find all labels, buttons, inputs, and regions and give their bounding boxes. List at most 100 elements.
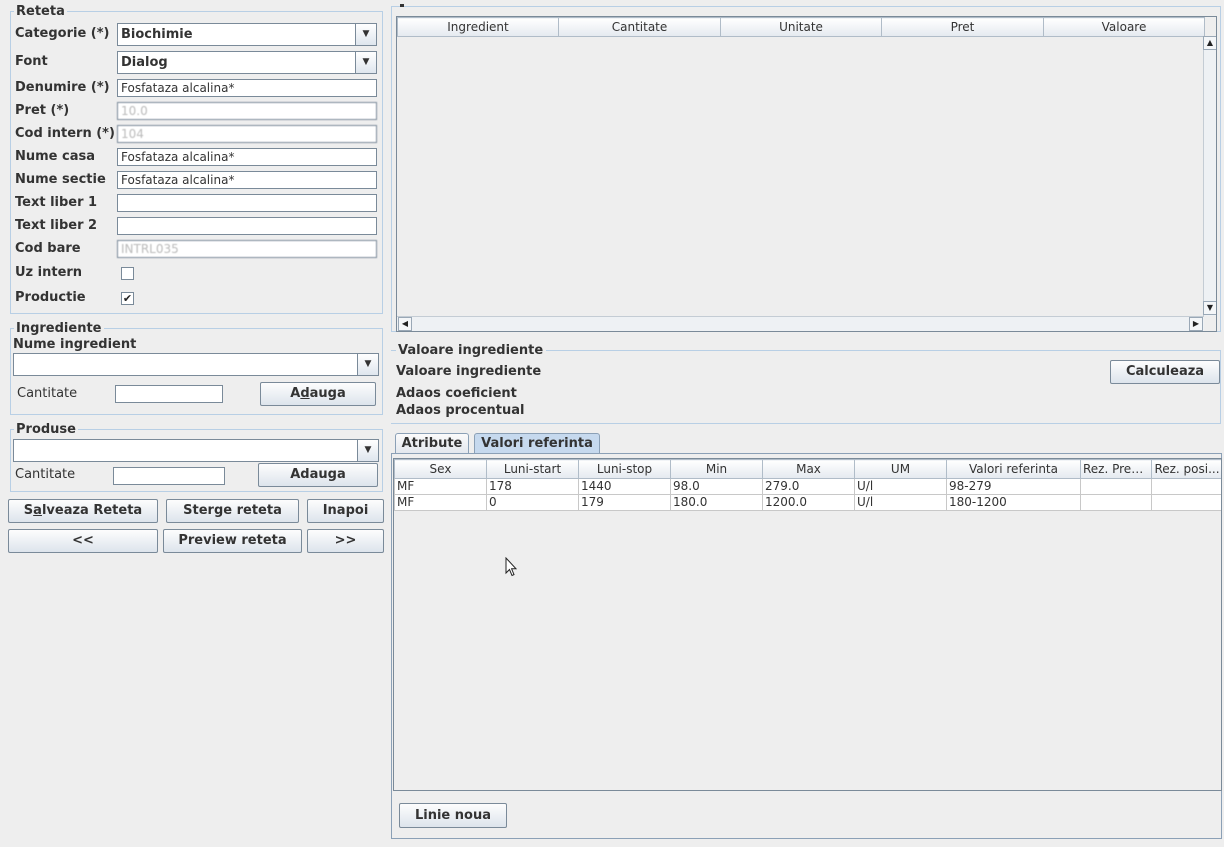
scroll-left-icon[interactable]: ◀ [398, 317, 412, 331]
next-button[interactable]: >> [307, 529, 384, 553]
ingredients-vscrollbar[interactable] [1203, 36, 1216, 316]
scroll-down-icon[interactable]: ▼ [1203, 301, 1216, 315]
productie-checkbox[interactable]: ✔ [121, 292, 134, 305]
ref-table[interactable]: Sex Luni-start Luni-stop Min Max UM Valo… [394, 459, 1221, 511]
cell-min[interactable]: 180.0 [670, 494, 763, 511]
cell-sex[interactable]: MF [394, 494, 487, 511]
column-header-um[interactable]: UM [854, 459, 947, 479]
cell-sex[interactable]: MF [394, 478, 487, 495]
uz-intern-checkbox[interactable] [121, 267, 134, 280]
previous-button[interactable]: << [8, 529, 158, 553]
nume-casa-field[interactable]: Fosfataza alcalina* [117, 148, 377, 166]
inapoi-button[interactable]: Inapoi [307, 499, 384, 523]
linie-noua-button[interactable]: Linie noua [399, 803, 507, 828]
cell-rez-pozitiv[interactable] [1151, 494, 1221, 511]
column-header-pret[interactable]: Pret [881, 17, 1044, 37]
denumire-label: Denumire (*) [15, 80, 110, 95]
mouse-cursor-icon [505, 557, 517, 577]
text-liber1-label: Text liber 1 [15, 195, 98, 210]
nume-sectie-label: Nume sectie [15, 172, 106, 187]
column-header-unitate[interactable]: Unitate [720, 17, 882, 37]
cell-luni-stop[interactable]: 179 [578, 494, 671, 511]
pret-label: Pret (*) [15, 103, 70, 118]
cell-um[interactable]: U/l [854, 478, 947, 495]
produse-cantitate-label: Cantitate [15, 467, 76, 482]
cod-intern-label: Cod intern (*) [15, 126, 115, 141]
chevron-down-icon[interactable]: ▼ [357, 354, 378, 375]
tab-valori-referinta[interactable]: Valori referinta [474, 433, 600, 454]
salveaza-reteta-button[interactable]: Salveaza Reteta [8, 499, 158, 523]
text-liber2-label: Text liber 2 [15, 218, 98, 233]
produse-adauga-button[interactable]: Adauga [258, 463, 378, 487]
tab-atribute[interactable]: Atribute [395, 433, 469, 454]
font-label: Font [15, 54, 48, 69]
column-header-cantitate[interactable]: Cantitate [558, 17, 721, 37]
column-header-sex[interactable]: Sex [394, 459, 487, 479]
ingrediente-cantitate-label: Cantitate [17, 386, 78, 401]
nume-ingredient-label: Nume ingredient [13, 337, 137, 352]
cell-max[interactable]: 1200.0 [762, 494, 855, 511]
cell-min[interactable]: 98.0 [670, 478, 763, 495]
produse-legend: Produse [16, 422, 76, 437]
ingredients-table-header: Ingredient Cantitate Unitate Pret Valoar… [397, 17, 1205, 37]
group-title-mark [400, 4, 404, 7]
cod-bare-field[interactable]: INTRL035 [117, 240, 377, 258]
column-header-luni-start[interactable]: Luni-start [486, 459, 579, 479]
cell-luni-start[interactable]: 0 [486, 494, 579, 511]
ingredients-table-scrollpane[interactable]: Ingredient Cantitate Unitate Pret Valoar… [396, 16, 1217, 332]
sterge-reteta-button[interactable]: Sterge reteta [166, 499, 299, 523]
chevron-down-icon[interactable]: ▼ [355, 52, 376, 73]
cell-luni-start[interactable]: 178 [486, 478, 579, 495]
cell-rez-prefix[interactable] [1080, 478, 1152, 495]
text-liber2-field[interactable] [117, 217, 377, 235]
calculeaza-button[interactable]: Calculeaza [1110, 360, 1220, 384]
cell-valori-referinta[interactable]: 180-1200 [946, 494, 1081, 511]
adaos-procentual-label: Adaos procentual [396, 403, 525, 418]
text-liber1-field[interactable] [117, 194, 377, 212]
cod-intern-field[interactable]: 104 [117, 125, 377, 143]
column-header-valoare[interactable]: Valoare [1043, 17, 1205, 37]
nume-ingredient-combo[interactable]: ▼ [13, 353, 379, 376]
scroll-up-icon[interactable]: ▲ [1203, 36, 1216, 50]
categorie-combo[interactable]: Biochimie ▼ [117, 23, 377, 46]
productie-label: Productie [15, 290, 86, 305]
uz-intern-label: Uz intern [15, 265, 83, 280]
nume-casa-label: Nume casa [15, 149, 96, 164]
column-header-rez-pozitiv[interactable]: Rez. posi... [1151, 459, 1221, 479]
cell-valori-referinta[interactable]: 98-279 [946, 478, 1081, 495]
column-header-rez-prefix[interactable]: Rez. Prefi... [1080, 459, 1152, 479]
ingrediente-legend: Ingrediente [16, 321, 102, 336]
pret-field[interactable]: 10.0 [117, 102, 377, 120]
valoare-legend: Valoare ingrediente [396, 343, 547, 358]
table-row[interactable]: MF 178 1440 98.0 279.0 U/l 98-279 [394, 478, 1221, 495]
font-combo[interactable]: Dialog ▼ [117, 51, 377, 74]
ref-table-header: Sex Luni-start Luni-stop Min Max UM Valo… [394, 459, 1221, 479]
cell-rez-pozitiv[interactable] [1151, 478, 1221, 495]
column-header-valori-referinta[interactable]: Valori referinta [946, 459, 1081, 479]
column-header-max[interactable]: Max [762, 459, 855, 479]
cell-um[interactable]: U/l [854, 494, 947, 511]
column-header-ingredient[interactable]: Ingredient [397, 17, 559, 37]
chevron-down-icon[interactable]: ▼ [357, 440, 378, 461]
column-header-min[interactable]: Min [670, 459, 763, 479]
scroll-right-icon[interactable]: ▶ [1189, 317, 1203, 331]
preview-reteta-button[interactable]: Preview reteta [163, 529, 302, 553]
adaos-coeficient-label: Adaos coeficient [396, 386, 517, 401]
column-header-luni-stop[interactable]: Luni-stop [578, 459, 671, 479]
categorie-value: Biochimie [121, 27, 193, 42]
produse-cantitate-field[interactable] [113, 467, 225, 485]
ingredients-hscrollbar[interactable] [397, 316, 1204, 331]
ingredients-table[interactable]: Ingredient Cantitate Unitate Pret Valoar… [397, 17, 1205, 37]
cell-luni-stop[interactable]: 1440 [578, 478, 671, 495]
ingrediente-adauga-button[interactable]: Adauga [260, 382, 376, 406]
chevron-down-icon[interactable]: ▼ [355, 24, 376, 45]
nume-sectie-field[interactable]: Fosfataza alcalina* [117, 171, 377, 189]
denumire-field[interactable]: Fosfataza alcalina* [117, 79, 377, 97]
cell-max[interactable]: 279.0 [762, 478, 855, 495]
ingrediente-cantitate-field[interactable] [115, 385, 223, 403]
produse-combo[interactable]: ▼ [13, 439, 379, 462]
table-row[interactable]: MF 0 179 180.0 1200.0 U/l 180-1200 [394, 494, 1221, 511]
ref-table-scrollpane[interactable]: Sex Luni-start Luni-stop Min Max UM Valo… [393, 458, 1222, 791]
categorie-label: Categorie (*) [15, 26, 110, 41]
cell-rez-prefix[interactable] [1080, 494, 1152, 511]
